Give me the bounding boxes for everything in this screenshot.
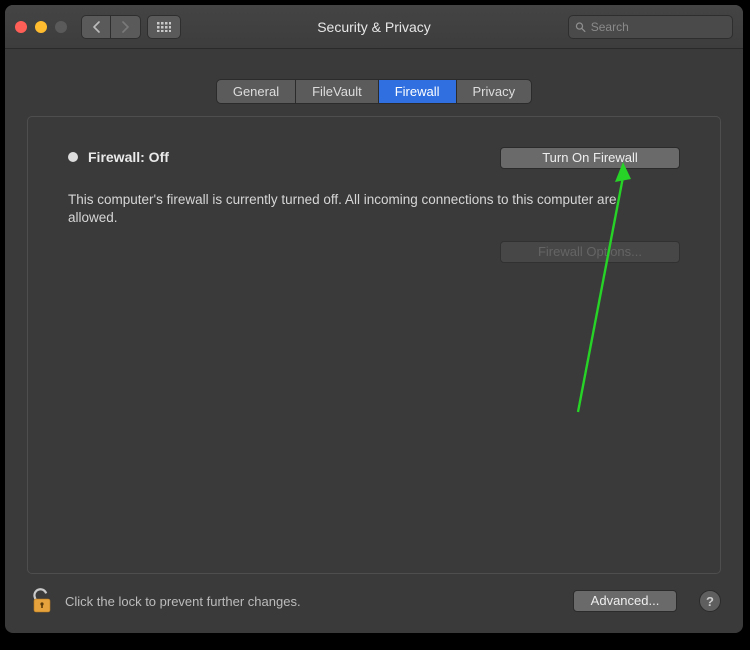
advanced-button[interactable]: Advanced... bbox=[573, 590, 677, 612]
firewall-description: This computer's firewall is currently tu… bbox=[68, 191, 628, 227]
zoom-window-button[interactable] bbox=[55, 21, 67, 33]
firewall-status-label: Firewall: Off bbox=[88, 149, 169, 165]
preferences-window: Security & Privacy General FileVault Fir… bbox=[5, 5, 743, 633]
chevron-left-icon bbox=[92, 21, 101, 33]
firewall-panel: Firewall: Off Turn On Firewall This comp… bbox=[27, 116, 721, 574]
firewall-options-button: Firewall Options... bbox=[500, 241, 680, 263]
status-indicator-icon bbox=[68, 152, 78, 162]
tabs: General FileVault Firewall Privacy bbox=[5, 79, 743, 104]
back-button[interactable] bbox=[81, 15, 111, 39]
nav-group bbox=[81, 15, 141, 39]
tab-privacy[interactable]: Privacy bbox=[457, 79, 533, 104]
forward-button[interactable] bbox=[111, 15, 141, 39]
lock-icon[interactable] bbox=[31, 588, 53, 614]
traffic-lights bbox=[15, 21, 67, 33]
titlebar: Security & Privacy bbox=[5, 5, 743, 49]
grid-icon bbox=[157, 22, 171, 32]
lock-hint-text: Click the lock to prevent further change… bbox=[65, 594, 301, 609]
turn-on-firewall-button[interactable]: Turn On Firewall bbox=[500, 147, 680, 169]
tab-firewall[interactable]: Firewall bbox=[379, 79, 457, 104]
search-input[interactable] bbox=[591, 20, 726, 34]
show-all-button[interactable] bbox=[147, 15, 181, 39]
search-box[interactable] bbox=[568, 15, 733, 39]
help-button[interactable]: ? bbox=[699, 590, 721, 612]
tab-general[interactable]: General bbox=[216, 79, 296, 104]
chevron-right-icon bbox=[121, 21, 130, 33]
footer: Click the lock to prevent further change… bbox=[5, 588, 743, 630]
minimize-window-button[interactable] bbox=[35, 21, 47, 33]
search-icon bbox=[575, 21, 586, 33]
close-window-button[interactable] bbox=[15, 21, 27, 33]
tab-filevault[interactable]: FileVault bbox=[296, 79, 379, 104]
